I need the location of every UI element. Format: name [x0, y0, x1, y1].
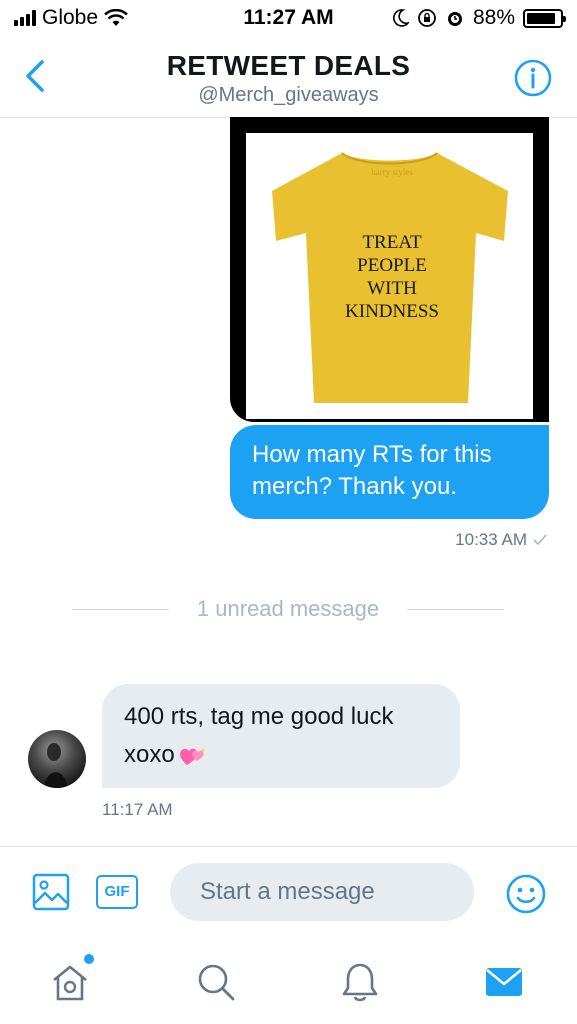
tab-bar [0, 938, 577, 1024]
heart-icon [179, 747, 206, 765]
conversation-title: RETWEET DEALS [166, 50, 411, 81]
alarm-icon [447, 12, 462, 26]
moon-icon [393, 9, 409, 27]
outgoing-time-text: 10:33 AM [455, 530, 527, 549]
shirt-line-4: KINDNESS [345, 301, 439, 322]
outgoing-timestamp: 10:33 AM [455, 530, 547, 550]
shirt-brand: harry styles [371, 167, 413, 177]
image-icon[interactable] [32, 873, 70, 911]
shirt-line-1: TREAT [362, 232, 422, 253]
message-composer: GIF [0, 846, 577, 938]
checkmark-icon [533, 534, 547, 546]
mail-icon[interactable] [482, 960, 526, 1004]
conversation-handle: @Merch_giveaways [198, 84, 379, 106]
incoming-message[interactable]: 400 rts, tag me good luck xoxo [102, 684, 460, 788]
rotation-lock-icon [418, 9, 436, 27]
incoming-timestamp: 11:17 AM [102, 800, 173, 819]
avatar-photo [44, 743, 68, 788]
message-input[interactable] [170, 863, 474, 921]
incoming-message-line-2-row: xoxo [124, 736, 438, 774]
info-icon[interactable] [513, 58, 553, 98]
status-bar: Globe 11:27 AM 88% [0, 0, 577, 38]
conversation-header: RETWEET DEALS @Merch_giveaways [0, 38, 577, 118]
bell-icon[interactable] [338, 960, 382, 1004]
outgoing-message[interactable]: How many RTs for this merch? Thank you. [230, 425, 549, 519]
shirt-photo: harry styles TREAT PEOPLE WITH KINDNESS [246, 133, 533, 419]
incoming-message-line-2: xoxo [124, 741, 175, 768]
battery-percent: 88% [472, 6, 515, 29]
search-icon[interactable] [194, 960, 238, 1004]
status-icons: 88% [393, 6, 566, 30]
tshirt-image: harry styles TREAT PEOPLE WITH KINDNESS [272, 152, 508, 403]
outgoing-message-text: How many RTs for this merch? Thank you. [252, 441, 492, 500]
unread-divider: 1 unread message [72, 595, 505, 623]
avatar[interactable] [28, 730, 86, 788]
shirt-line-2: PEOPLE [357, 255, 427, 276]
shirt-line-3: WITH [367, 278, 417, 299]
battery-icon [523, 8, 566, 28]
incoming-message-line-1: 400 rts, tag me good luck [124, 703, 394, 730]
emoji-icon[interactable] [505, 873, 547, 915]
unread-divider-text: 1 unread message [196, 596, 380, 621]
image-message[interactable]: harry styles TREAT PEOPLE WITH KINDNESS [230, 117, 549, 422]
home-icon[interactable] [48, 960, 92, 1004]
notification-dot [84, 954, 94, 964]
gif-button[interactable]: GIF [96, 875, 138, 909]
